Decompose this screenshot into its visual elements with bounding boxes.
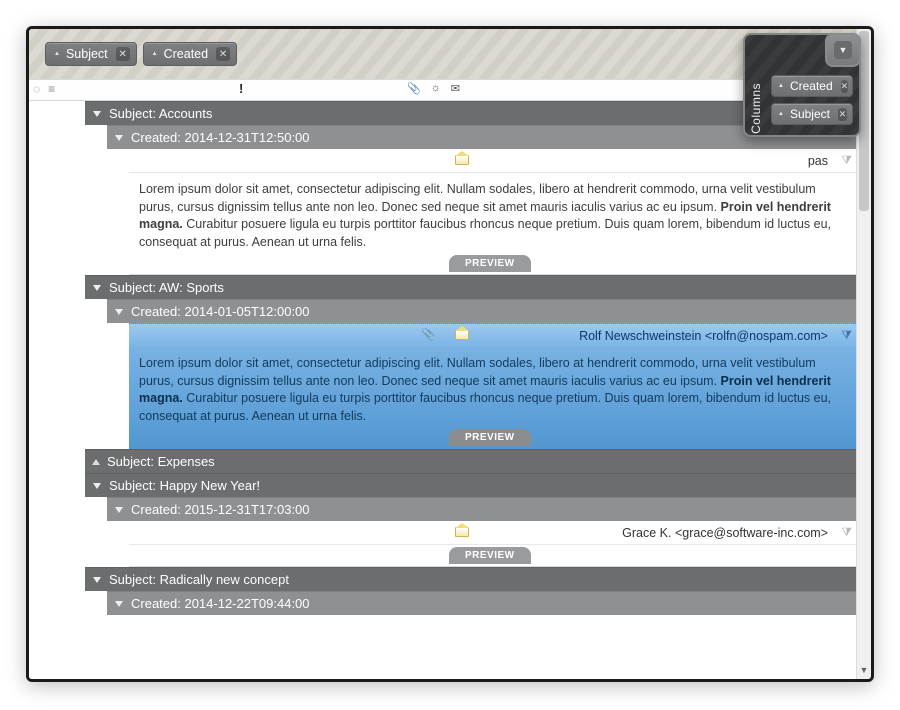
expand-icon bbox=[115, 135, 123, 141]
group-created-row[interactable]: Created: 2014-12-22T09:44:00 bbox=[107, 591, 856, 615]
chip-remove-icon[interactable]: ✕ bbox=[216, 47, 230, 61]
scrollbar-down-icon[interactable]: ▼ bbox=[857, 665, 871, 679]
importance-column-icon[interactable]: ! bbox=[239, 81, 243, 96]
envelope-icon bbox=[455, 328, 471, 340]
filter-icon[interactable]: ⧩ bbox=[841, 525, 852, 540]
attachment-column-icon[interactable]: 📎 bbox=[407, 82, 421, 95]
group-created-label: Created: 2015-12-31T17:03:00 bbox=[131, 502, 310, 517]
group-subject-label: Subject: Radically new concept bbox=[109, 572, 289, 587]
chip-label: Created bbox=[164, 47, 208, 61]
mail-sender: Rolf Newschweinstein <rolfn@nospam.com> bbox=[579, 329, 848, 343]
chip-remove-icon[interactable]: ✕ bbox=[116, 47, 130, 61]
app-frame: Subject ✕ Created ✕ ◌ ≡ ! 📎 ☼ ✉ ❯ bbox=[26, 26, 874, 682]
group-subject-label: Subject: Happy New Year! bbox=[109, 478, 260, 493]
preview-tab[interactable]: PREVIEW bbox=[449, 255, 531, 272]
sort-asc-icon bbox=[152, 51, 158, 57]
group-subject-row[interactable]: Subject: Expenses bbox=[85, 449, 856, 473]
chip-label: Subject bbox=[790, 107, 830, 121]
expand-icon bbox=[92, 459, 100, 465]
attachment-icon: 📎 bbox=[421, 327, 436, 341]
expand-icon bbox=[115, 507, 123, 513]
expand-icon bbox=[93, 577, 101, 583]
chip-remove-icon[interactable]: ✕ bbox=[841, 80, 849, 93]
group-subject-label: Subject: Expenses bbox=[107, 454, 215, 469]
preview-text: Lorem ipsum dolor sit amet, consectetur … bbox=[139, 356, 816, 388]
expand-icon bbox=[115, 309, 123, 315]
column-chip-created[interactable]: Created ✕ bbox=[771, 75, 853, 97]
sort-asc-icon bbox=[54, 51, 60, 57]
sort-asc-icon bbox=[778, 111, 784, 117]
filter-icon[interactable]: ⧩ bbox=[841, 328, 852, 343]
columns-panel-title: Columns bbox=[749, 83, 763, 134]
group-created-row[interactable]: Created: 2015-12-31T17:03:00 bbox=[107, 497, 856, 521]
expand-icon bbox=[93, 111, 101, 117]
expand-icon bbox=[93, 285, 101, 291]
mail-item: pas ⧩ Lorem ipsum dolor sit amet, consec… bbox=[129, 149, 856, 275]
preview-tab-bar: PREVIEW bbox=[129, 253, 856, 275]
mail-row[interactable]: Grace K. <grace@software-inc.com> ⧩ bbox=[129, 521, 856, 545]
column-chip-subject[interactable]: Subject ✕ bbox=[771, 103, 853, 125]
columns-chooser-panel: ▼ Columns Created ✕ Subject ✕ bbox=[743, 33, 861, 137]
preview-text: Curabitur posuere ligula eu turpis portt… bbox=[139, 391, 831, 423]
app-inner: Subject ✕ Created ✕ ◌ ≡ ! 📎 ☼ ✉ ❯ bbox=[29, 29, 871, 679]
mail-preview-body: Lorem ipsum dolor sit amet, consectetur … bbox=[129, 173, 856, 253]
groupby-chip-subject[interactable]: Subject ✕ bbox=[45, 42, 137, 66]
group-created-label: Created: 2014-12-22T09:44:00 bbox=[131, 596, 310, 611]
preview-text: Lorem ipsum dolor sit amet, consectetur … bbox=[139, 182, 816, 214]
mail-row[interactable]: pas ⧩ bbox=[129, 149, 856, 173]
chip-remove-icon[interactable]: ✕ bbox=[838, 108, 847, 121]
mail-column-icon[interactable]: ✉ bbox=[451, 82, 460, 95]
envelope-icon bbox=[455, 153, 471, 165]
group-subject-row[interactable]: Subject: Happy New Year! bbox=[85, 473, 856, 497]
preview-tab-bar: PREVIEW bbox=[129, 427, 856, 449]
expand-icon bbox=[93, 483, 101, 489]
preview-tab[interactable]: PREVIEW bbox=[449, 547, 531, 564]
group-subject-row[interactable]: Subject: Radically new concept bbox=[85, 567, 856, 591]
mail-row[interactable]: 📎 Rolf Newschweinstein <rolfn@nospam.com… bbox=[129, 323, 856, 347]
group-subject-label: Subject: AW: Sports bbox=[109, 280, 224, 295]
chip-label: Created bbox=[790, 79, 833, 93]
group-created-row[interactable]: Created: 2014-01-05T12:00:00 bbox=[107, 299, 856, 323]
group-created-label: Created: 2014-12-31T12:50:00 bbox=[131, 130, 310, 145]
envelope-icon bbox=[455, 525, 471, 537]
gutter-icons: ◌ ≡ bbox=[33, 82, 55, 96]
group-subject-label: Subject: Accounts bbox=[109, 106, 212, 121]
lines-icon: ≡ bbox=[48, 82, 55, 96]
mail-item-selected: 📎 Rolf Newschweinstein <rolfn@nospam.com… bbox=[129, 323, 856, 449]
preview-tab-bar: PREVIEW bbox=[129, 545, 856, 567]
mail-item: Grace K. <grace@software-inc.com> ⧩ PREV… bbox=[129, 521, 856, 567]
drop-icon: ◌ bbox=[33, 82, 40, 96]
group-subject-row[interactable]: Subject: Accounts bbox=[85, 101, 856, 125]
expand-icon bbox=[115, 601, 123, 607]
columns-chip-list: Created ✕ Subject ✕ bbox=[771, 75, 853, 125]
header-flag-icons: 📎 ☼ ✉ bbox=[407, 82, 460, 95]
filter-icon[interactable]: ⧩ bbox=[841, 153, 852, 168]
group-created-label: Created: 2014-01-05T12:00:00 bbox=[131, 304, 310, 319]
group-subject-row[interactable]: Subject: AW: Sports bbox=[85, 275, 856, 299]
grid-body: Subject: Accounts Created: 2014-12-31T12… bbox=[29, 101, 856, 679]
chip-label: Subject bbox=[66, 47, 108, 61]
reminder-column-icon[interactable]: ☼ bbox=[431, 82, 441, 95]
preview-text: Curabitur posuere ligula eu turpis portt… bbox=[139, 217, 831, 249]
chevron-down-icon: ▼ bbox=[834, 41, 852, 59]
mail-preview-body: Lorem ipsum dolor sit amet, consectetur … bbox=[129, 347, 856, 427]
preview-tab[interactable]: PREVIEW bbox=[449, 429, 531, 446]
columns-toggle-button[interactable]: ▼ bbox=[825, 33, 861, 67]
groupby-chip-created[interactable]: Created ✕ bbox=[143, 42, 237, 66]
mail-sender: Grace K. <grace@software-inc.com> bbox=[622, 526, 848, 540]
sort-asc-icon bbox=[778, 83, 784, 89]
